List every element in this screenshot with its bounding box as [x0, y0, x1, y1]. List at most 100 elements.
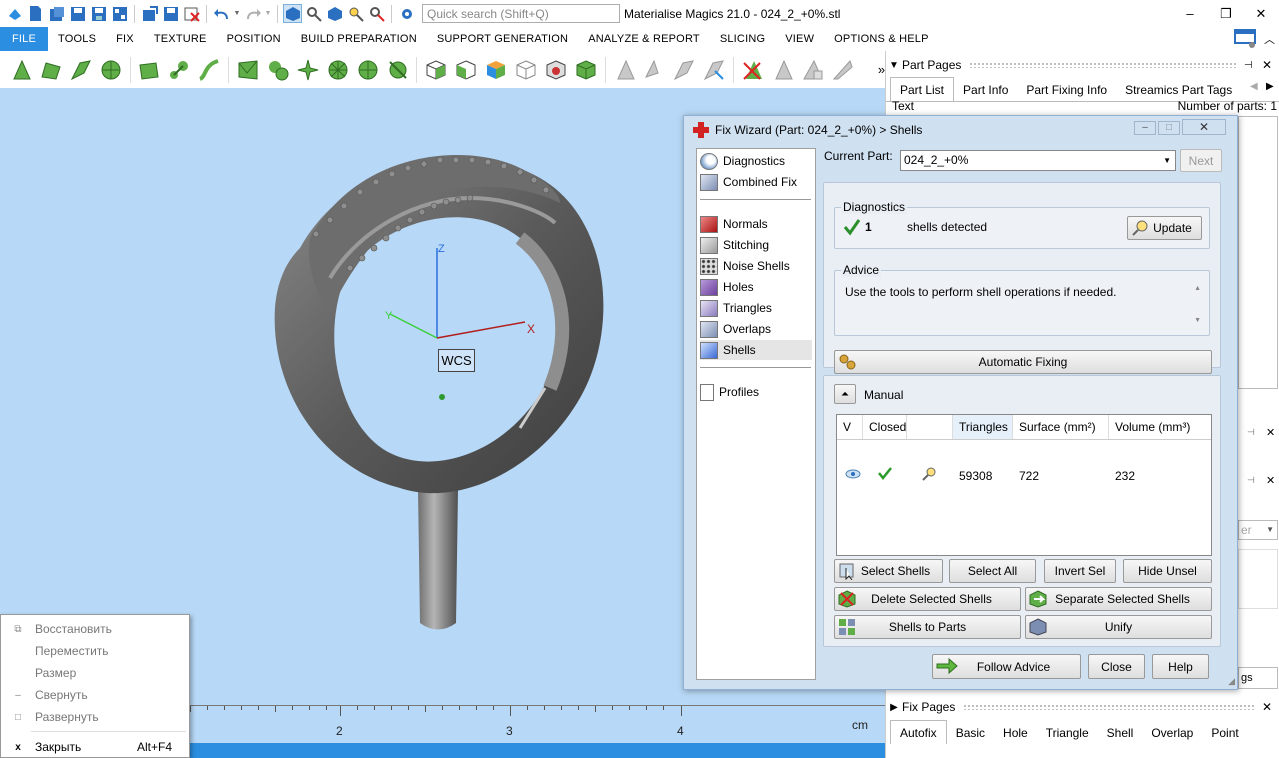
current-part-select[interactable]: 024_2_+0% ▼ — [900, 150, 1176, 171]
find-icon[interactable] — [346, 4, 365, 23]
mark-box-icon[interactable] — [137, 56, 163, 83]
unmark-all-icon[interactable] — [740, 56, 766, 83]
menu-texture[interactable]: TEXTURE — [144, 27, 217, 51]
unmark-surface-icon[interactable] — [672, 56, 698, 83]
shrink-marking-icon[interactable] — [830, 56, 856, 83]
tab-overlap[interactable]: Overlap — [1142, 722, 1202, 744]
mark-contour-icon[interactable] — [265, 56, 291, 83]
panel-close-icon-4[interactable]: ✕ — [1262, 700, 1279, 714]
select-green-cube-icon[interactable] — [573, 56, 599, 83]
hidden-tab-fragment[interactable]: gs — [1238, 667, 1278, 689]
nav-stitching[interactable]: Stitching — [700, 235, 812, 255]
tab-hole[interactable]: Hole — [994, 722, 1037, 744]
panel-close-icon-3[interactable]: ✕ — [1266, 474, 1275, 487]
nav-combined-fix[interactable]: Combined Fix — [700, 172, 812, 192]
hide-unsel-button[interactable]: Hide Unsel — [1123, 559, 1212, 583]
pin-icon[interactable]: ⊣ — [1244, 60, 1262, 71]
workspace-monitor-icon[interactable] — [1234, 28, 1258, 50]
find-shell-icon[interactable] — [921, 466, 937, 486]
save-part-icon[interactable] — [161, 4, 180, 23]
col-closed[interactable]: Closed — [863, 415, 907, 439]
part-list-area[interactable] — [1238, 116, 1278, 389]
dialog-close-button[interactable]: ✕ — [1182, 119, 1226, 135]
mark-radial-icon[interactable] — [325, 56, 351, 83]
dialog-minimize-button[interactable]: – — [1134, 121, 1156, 135]
eye-icon[interactable] — [845, 466, 861, 486]
save-icon[interactable] — [68, 4, 87, 23]
mark-surface-icon[interactable] — [68, 56, 94, 83]
menu-item-restore[interactable]: ⧉ Восстановить — [1, 618, 189, 640]
menu-analyze-report[interactable]: ANALYZE & REPORT — [578, 27, 710, 51]
tab-part-fixing-info[interactable]: Part Fixing Info — [1017, 79, 1116, 101]
menu-tools[interactable]: TOOLS — [48, 27, 106, 51]
tab-scroll-left-icon[interactable]: ◀ — [1250, 81, 1258, 92]
scroll-down-icon[interactable]: ▼ — [1194, 317, 1201, 324]
tab-basic[interactable]: Basic — [947, 722, 994, 744]
new-project-icon[interactable] — [47, 4, 66, 23]
part-pages-header[interactable]: ▼ Part Pages ⊣ ✕ — [886, 54, 1279, 76]
select-all-button[interactable]: Select All — [949, 559, 1036, 583]
fix-pages-header[interactable]: ▶ Fix Pages ✕ — [886, 696, 1279, 718]
unmark-triangle-icon[interactable] — [612, 56, 638, 83]
ribbon-collapse-icon[interactable]: ︿ — [1264, 31, 1275, 47]
next-button[interactable]: Next — [1180, 149, 1222, 172]
invert-sel-button[interactable]: Invert Sel — [1044, 559, 1116, 583]
tab-autofix[interactable]: Autofix — [890, 720, 947, 744]
nav-normals[interactable]: Normals — [700, 214, 812, 234]
pin-icon-3[interactable]: ⊣ — [1247, 475, 1255, 486]
nav-triangles[interactable]: Triangles — [700, 298, 812, 318]
close-part-icon[interactable] — [182, 4, 201, 23]
menu-file[interactable]: FILE — [0, 27, 49, 51]
follow-advice-button[interactable]: Follow Advice — [932, 654, 1081, 679]
menu-support-generation[interactable]: SUPPORT GENERATION — [427, 27, 578, 51]
fix-wizard-titlebar[interactable]: Fix Wizard (Part: 024_2_+0%) > Shells – … — [684, 116, 1237, 144]
nav-diagnostics[interactable]: Diagnostics — [700, 151, 812, 171]
tab-streamics-part-tags[interactable]: Streamics Part Tags — [1116, 79, 1241, 101]
unify-button[interactable]: Unify — [1025, 615, 1212, 639]
deselect-icon[interactable] — [367, 4, 386, 23]
nav-shells[interactable]: Shells — [700, 340, 812, 360]
menu-item-maximize[interactable]: □ Развернуть — [1, 706, 189, 728]
nav-profiles[interactable]: Profiles — [700, 382, 812, 402]
mark-shell-icon[interactable] — [98, 56, 124, 83]
mark-curve-icon[interactable] — [196, 56, 222, 83]
menu-item-minimize[interactable]: – Свернуть — [1, 684, 189, 706]
zoom-part-icon[interactable] — [304, 4, 323, 23]
help-button[interactable]: Help — [1152, 654, 1209, 679]
table-row[interactable]: 59308 722 232 — [837, 440, 1211, 483]
close-button[interactable]: ✕ — [1243, 0, 1279, 27]
shells-to-parts-button[interactable]: Shells to Parts — [834, 615, 1021, 639]
collapse-triangle-icon[interactable]: ▼ — [886, 60, 902, 71]
tab-shell[interactable]: Shell — [1098, 722, 1143, 744]
nav-overlaps[interactable]: Overlaps — [700, 319, 812, 339]
menu-position[interactable]: POSITION — [217, 27, 291, 51]
minimize-button[interactable]: – — [1172, 0, 1208, 27]
export-icon[interactable] — [110, 4, 129, 23]
restore-button[interactable]: ❐ — [1208, 0, 1244, 27]
invert-marking-icon[interactable] — [770, 56, 796, 83]
unmark-shell-icon[interactable] — [701, 56, 727, 83]
undo-dropdown-icon[interactable]: ▼ — [233, 4, 241, 23]
scroll-up-icon[interactable]: ▲ — [1194, 285, 1201, 292]
mark-sphere-icon[interactable] — [355, 56, 381, 83]
panel-close-icon[interactable]: ✕ — [1262, 58, 1279, 72]
unmark-plane-icon[interactable] — [642, 56, 668, 83]
menu-fix[interactable]: FIX — [106, 27, 144, 51]
col-surface[interactable]: Surface (mm²) — [1013, 415, 1109, 439]
dialog-maximize-button[interactable]: □ — [1158, 121, 1180, 135]
select-face-cube-icon[interactable] — [453, 56, 479, 83]
collapse-manual-button[interactable]: ⏶ — [834, 384, 856, 404]
tab-point[interactable]: Point — [1202, 722, 1247, 744]
menu-view[interactable]: VIEW — [775, 27, 824, 51]
resize-grip-icon[interactable]: ◢ — [1228, 676, 1235, 687]
app-logo-icon[interactable] — [5, 4, 24, 23]
import-part-icon[interactable] — [140, 4, 159, 23]
mark-plane-icon[interactable] — [38, 56, 64, 83]
mark-star-icon[interactable] — [295, 56, 321, 83]
automatic-fixing-button[interactable]: Automatic Fixing — [834, 350, 1212, 374]
select-part-icon[interactable] — [283, 4, 302, 23]
mark-cut-icon[interactable] — [385, 56, 411, 83]
delete-selected-shells-button[interactable]: Delete Selected Shells — [834, 587, 1021, 611]
new-icon[interactable] — [26, 4, 45, 23]
hidden-dropdown[interactable]: er ▼ — [1238, 520, 1278, 540]
